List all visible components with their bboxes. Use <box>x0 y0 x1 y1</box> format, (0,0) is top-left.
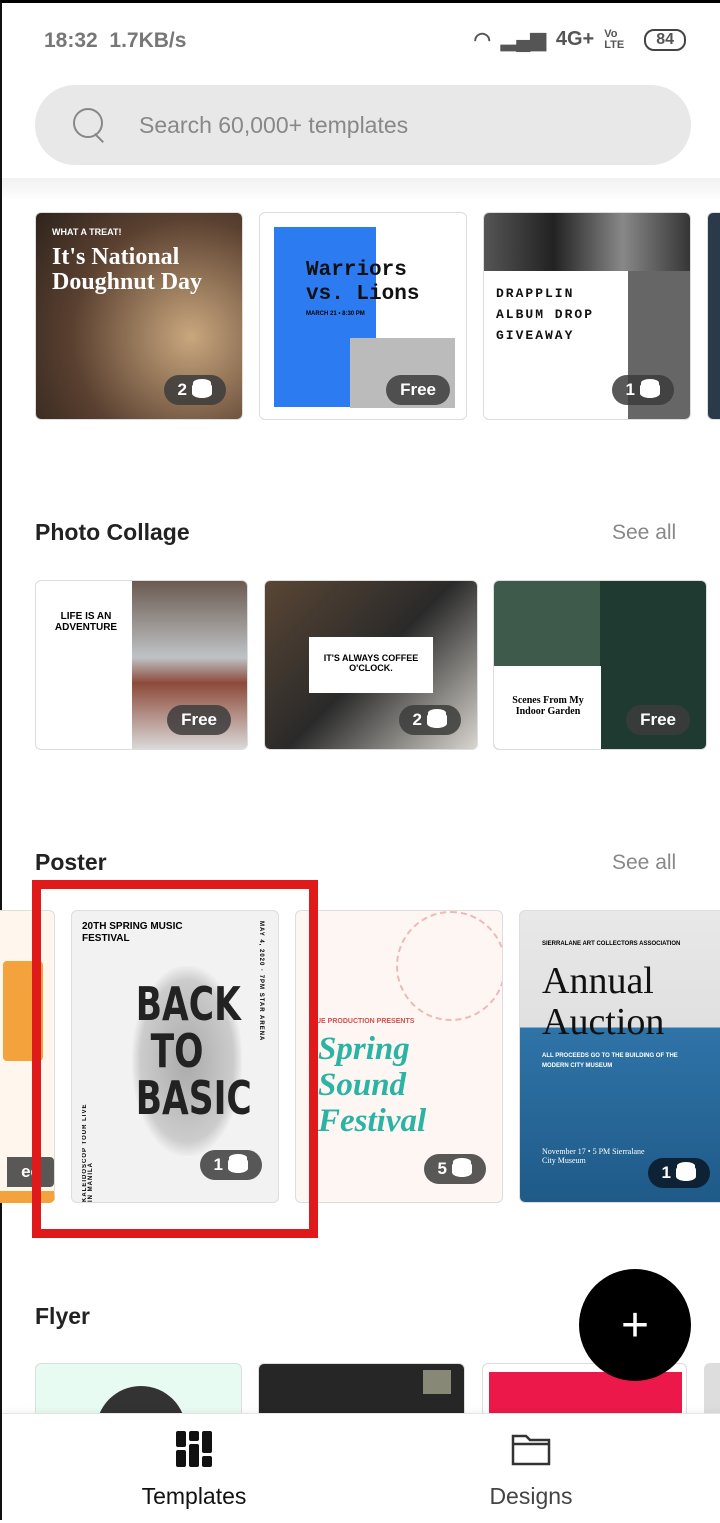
wifi-icon: ◠ <box>473 29 491 51</box>
status-icons: ◠ ▂▄▆ 4G+ Vo LTE 84 <box>473 27 686 52</box>
coin-icon <box>452 1161 472 1177</box>
card-title: Annual Auction <box>542 960 665 1043</box>
price-badge: Free <box>386 375 450 405</box>
price-badge: Free <box>626 705 690 735</box>
section-title-flyer: Flyer <box>35 1303 90 1329</box>
create-design-button[interactable]: + <box>579 1269 691 1381</box>
card-title: DRAPPLIN ALBUM DROP GIVEAWAY <box>496 286 595 343</box>
signal-icon: ▂▄▆ <box>500 29 546 51</box>
divider <box>2 178 720 202</box>
see-all-photo-collage[interactable]: See all <box>612 521 676 545</box>
template-card[interactable]: UE PRODUCTION PRESENTS Spring Sound Fest… <box>295 910 503 1203</box>
search-placeholder: Search 60,000+ templates <box>139 111 409 138</box>
card-title: Warriors vs. Lions <box>306 259 420 306</box>
battery-indicator: 84 <box>644 28 686 51</box>
template-card[interactable]: Warriors vs. Lions MARCH 21 • 8:30 PM Fr… <box>259 212 467 420</box>
card-text: WHAT A TREAT! <box>52 227 122 237</box>
card-text: ALL PROCEEDS GO TO THE BUILDING OF THE M… <box>542 1053 678 1069</box>
price-badge: Free <box>167 705 231 735</box>
template-card[interactable]: DRAPPLIN ALBUM DROP GIVEAWAY 1 <box>483 212 691 420</box>
highlight-box <box>32 880 318 1238</box>
card-title: Spring Sound Festival <box>318 1031 427 1139</box>
bottom-nav: Templates Designs <box>2 1413 720 1523</box>
status-time: 18:32 1.7KB/s <box>44 29 187 52</box>
card-title: LIFE IS AN ADVENTURE <box>54 611 118 633</box>
templates-grid-icon <box>176 1431 212 1467</box>
see-all-poster[interactable]: See all <box>612 851 676 875</box>
plus-icon: + <box>620 1298 650 1352</box>
coin-icon <box>676 1165 696 1181</box>
price-badge: 1 <box>647 1158 710 1188</box>
volte-indicator: Vo LTE <box>604 27 625 51</box>
search-icon <box>73 108 107 142</box>
template-card[interactable] <box>707 212 720 420</box>
search-bar[interactable]: Search 60,000+ templates <box>35 85 691 165</box>
price-badge: 5 <box>423 1154 486 1184</box>
nav-templates[interactable]: Templates <box>94 1430 294 1510</box>
section-title-poster: Poster <box>35 849 107 875</box>
network-type: 4G+ <box>555 28 595 50</box>
status-bar: 18:32 1.7KB/s ◠ ▂▄▆ 4G+ Vo LTE 84 <box>2 3 720 73</box>
price-badge: 1 <box>611 375 674 405</box>
template-card[interactable]: IT'S ALWAYS COFFEE O'CLOCK. 2 <box>264 580 478 750</box>
card-title: Scenes From My Indoor Garden <box>512 695 584 717</box>
template-card[interactable]: LIFE IS AN ADVENTURE Free <box>35 580 248 750</box>
nav-label: Templates <box>141 1483 247 1509</box>
card-text: SIERRALANE ART COLLECTORS ASSOCIATION <box>542 941 681 947</box>
folder-icon <box>511 1434 551 1466</box>
price-badge: 2 <box>398 705 461 735</box>
template-card[interactable]: SIERRALANE ART COLLECTORS ASSOCIATION An… <box>519 910 720 1203</box>
card-title: It's National Doughnut Day <box>52 244 203 295</box>
price-badge: 2 <box>163 375 226 405</box>
card-text: MARCH 21 • 8:30 PM <box>306 311 365 317</box>
nav-label: Designs <box>489 1483 573 1509</box>
card-title: IT'S ALWAYS COFFEE O'CLOCK. <box>323 653 419 673</box>
coin-icon <box>640 382 660 398</box>
card-text: UE PRODUCTION PRESENTS <box>316 1018 415 1025</box>
nav-designs[interactable]: Designs <box>431 1430 631 1510</box>
coin-icon <box>192 382 212 398</box>
template-card[interactable]: WHAT A TREAT! It's National Doughnut Day… <box>35 212 243 420</box>
card-text: November 17 • 5 PM Sierralane City Museu… <box>542 1147 645 1165</box>
section-title-photo-collage: Photo Collage <box>35 519 190 545</box>
coin-icon <box>427 712 447 728</box>
template-card[interactable]: Scenes From My Indoor Garden Free <box>493 580 707 750</box>
